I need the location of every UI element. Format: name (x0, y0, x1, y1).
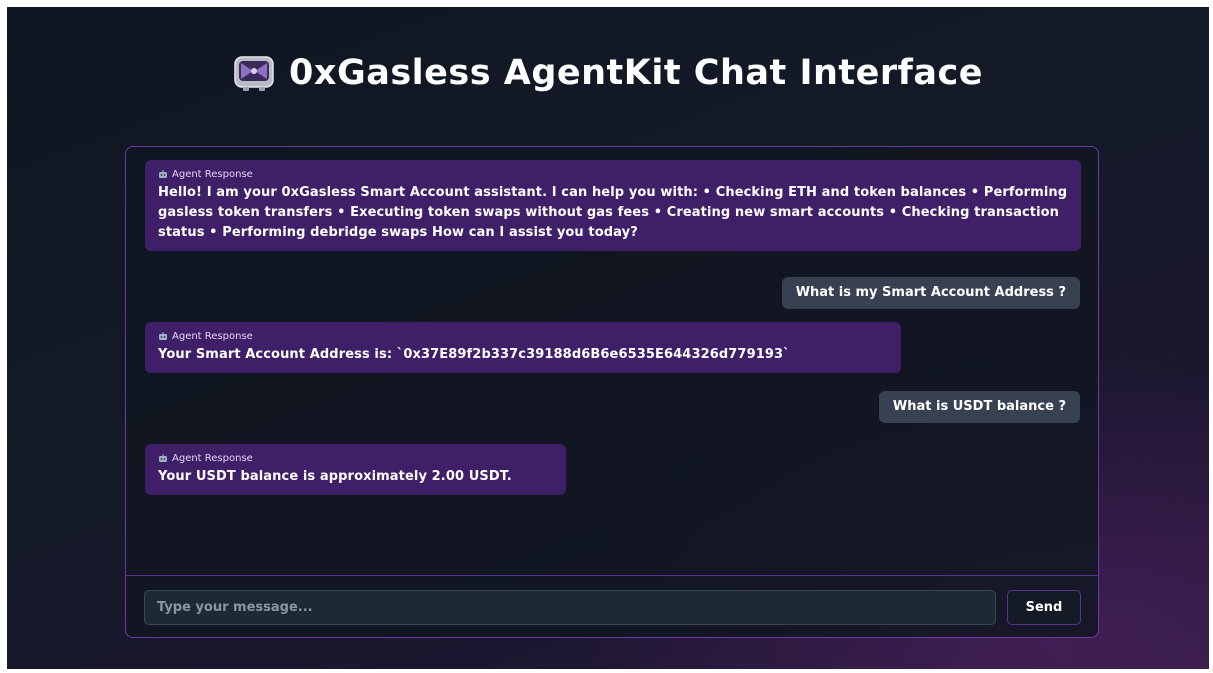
agent-message-text: Your Smart Account Address is: `0x37E89f… (158, 347, 790, 362)
user-message-text: What is my Smart Account Address ? (795, 285, 1066, 300)
agent-response-label: Agent Response (172, 453, 253, 464)
robot-icon (159, 454, 167, 462)
message-input[interactable] (144, 590, 996, 625)
page-header: 0xGasless AgentKit Chat Interface (7, 47, 1209, 99)
agent-response-label: Agent Response (172, 169, 253, 180)
agent-message-text: Hello! I am your 0xGasless Smart Account… (158, 185, 1068, 240)
user-message: What is my Smart Account Address ? (781, 277, 1080, 309)
robot-icon (159, 170, 167, 178)
app-window: 0xGasless AgentKit Chat Interface Agent … (7, 7, 1209, 669)
agent-response-tag: Agent Response (158, 453, 553, 464)
robot-icon (234, 56, 274, 91)
send-button[interactable]: Send (1007, 590, 1081, 625)
agent-message: Agent Response Your USDT balance is appr… (145, 444, 566, 495)
agent-message-text: Your USDT balance is approximately 2.00 … (158, 469, 512, 484)
agent-response-tag: Agent Response (158, 169, 1068, 180)
agent-response-label: Agent Response (172, 331, 253, 342)
message-composer: Send (126, 575, 1098, 637)
user-message-text: What is USDT balance ? (892, 399, 1066, 414)
user-message: What is USDT balance ? (878, 391, 1080, 423)
agent-message: Agent Response Hello! I am your 0xGasles… (145, 160, 1081, 251)
robot-icon (159, 332, 167, 340)
agent-response-tag: Agent Response (158, 331, 888, 342)
chat-panel: Agent Response Hello! I am your 0xGasles… (125, 146, 1099, 638)
message-list[interactable]: Agent Response Hello! I am your 0xGasles… (126, 147, 1098, 575)
page-title: 0xGasless AgentKit Chat Interface (289, 53, 983, 93)
agent-message: Agent Response Your Smart Account Addres… (145, 322, 901, 373)
